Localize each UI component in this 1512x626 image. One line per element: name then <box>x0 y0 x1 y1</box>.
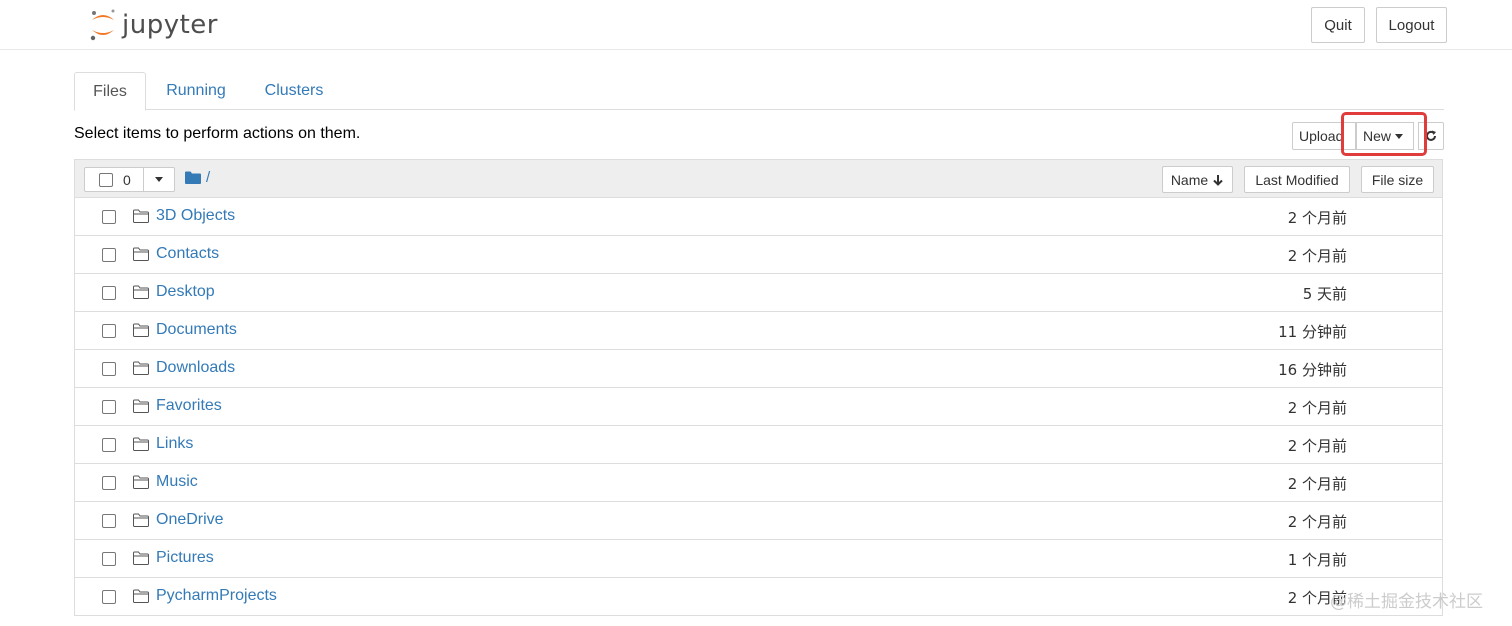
tab-files[interactable]: Files <box>74 72 146 111</box>
tab-clusters[interactable]: Clusters <box>256 72 332 110</box>
row-checkbox[interactable] <box>102 552 116 566</box>
sort-by-size-button[interactable]: File size <box>1361 166 1434 193</box>
folder-icon <box>133 209 149 223</box>
jupyter-logo[interactable]: jupyter <box>88 6 218 44</box>
file-name-link[interactable]: Documents <box>156 321 237 339</box>
top-header: jupyter Quit Logout <box>0 0 1512 50</box>
logout-button[interactable]: Logout <box>1376 7 1447 43</box>
new-label: New <box>1363 128 1392 144</box>
folder-icon <box>133 399 149 413</box>
file-name-link[interactable]: OneDrive <box>156 511 224 529</box>
row-checkbox[interactable] <box>102 438 116 452</box>
file-name-link[interactable]: Desktop <box>156 283 215 301</box>
tab-running[interactable]: Running <box>154 72 238 110</box>
row-checkbox[interactable] <box>102 514 116 528</box>
row-checkbox[interactable] <box>102 210 116 224</box>
file-list-header: 0 / Name Last Modified File size <box>74 159 1443 198</box>
file-row[interactable]: Music 2 个月前 <box>75 464 1442 502</box>
checkbox-icon <box>99 172 113 187</box>
file-name-link[interactable]: Contacts <box>156 245 219 263</box>
sort-by-modified-button[interactable]: Last Modified <box>1244 166 1350 193</box>
folder-icon <box>133 323 149 337</box>
file-modified: 1 个月前 <box>1287 551 1347 569</box>
file-modified: 2 个月前 <box>1287 513 1347 531</box>
file-modified: 2 个月前 <box>1287 209 1347 227</box>
row-checkbox[interactable] <box>102 590 116 604</box>
file-modified: 2 个月前 <box>1287 399 1347 417</box>
file-name-link[interactable]: Links <box>156 435 193 453</box>
folder-icon <box>133 513 149 527</box>
caret-down-icon <box>1395 133 1404 139</box>
row-checkbox[interactable] <box>102 362 116 376</box>
file-name-link[interactable]: Pictures <box>156 549 214 567</box>
file-modified: 2 个月前 <box>1287 247 1347 265</box>
file-name-link[interactable]: Favorites <box>156 397 222 415</box>
folder-icon <box>133 285 149 299</box>
file-row[interactable]: Pictures 1 个月前 <box>75 540 1442 578</box>
folder-icon <box>133 475 149 489</box>
arrow-down-icon <box>1213 174 1223 186</box>
upload-label: Upload <box>1299 128 1344 144</box>
file-modified: 2 个月前 <box>1287 437 1347 455</box>
file-name-link[interactable]: Music <box>156 473 198 491</box>
quit-button[interactable]: Quit <box>1311 7 1365 43</box>
breadcrumb-root[interactable]: / <box>206 169 210 186</box>
row-checkbox[interactable] <box>102 400 116 414</box>
row-checkbox[interactable] <box>102 248 116 262</box>
select-dropdown-button[interactable] <box>144 167 175 192</box>
file-row[interactable]: PycharmProjects 2 个月前 <box>75 578 1442 616</box>
select-all-group: 0 <box>84 167 175 192</box>
new-button[interactable]: New <box>1356 122 1414 150</box>
upload-button[interactable]: Upload <box>1292 122 1356 150</box>
tab-bar: Files Running Clusters <box>74 72 1444 111</box>
file-row[interactable]: Documents 11 分钟前 <box>75 312 1442 350</box>
caret-down-icon <box>155 177 163 182</box>
watermark: @稀土掘金技术社区 <box>1330 592 1483 612</box>
folder-icon <box>133 247 149 261</box>
file-modified: 5 天前 <box>1302 285 1347 303</box>
file-modified: 16 分钟前 <box>1278 361 1347 379</box>
file-row[interactable]: 3D Objects 2 个月前 <box>75 198 1442 236</box>
row-checkbox[interactable] <box>102 286 116 300</box>
file-list: 3D Objects 2 个月前 Contacts 2 个月前 Desktop 5 天前 D… <box>74 198 1443 616</box>
folder-icon <box>133 361 149 375</box>
selected-count: 0 <box>123 171 131 188</box>
file-row[interactable]: Contacts 2 个月前 <box>75 236 1442 274</box>
row-checkbox[interactable] <box>102 324 116 338</box>
file-name-link[interactable]: Downloads <box>156 359 235 377</box>
file-name-link[interactable]: 3D Objects <box>156 207 235 225</box>
refresh-icon <box>1426 130 1436 141</box>
folder-icon <box>133 437 149 451</box>
breadcrumb[interactable]: / <box>185 169 210 186</box>
sort-name-label: Name <box>1170 171 1209 188</box>
folder-icon <box>185 171 201 184</box>
selection-hint: Select items to perform actions on them. <box>74 125 361 142</box>
file-name-link[interactable]: PycharmProjects <box>156 587 277 605</box>
folder-icon <box>133 551 149 565</box>
file-row[interactable]: Desktop 5 天前 <box>75 274 1442 312</box>
file-row[interactable]: Favorites 2 个月前 <box>75 388 1442 426</box>
select-all-checkbox[interactable]: 0 <box>84 167 144 192</box>
folder-icon <box>133 589 149 603</box>
row-checkbox[interactable] <box>102 476 116 490</box>
file-row[interactable]: Links 2 个月前 <box>75 426 1442 464</box>
file-modified: 2 个月前 <box>1287 475 1347 493</box>
file-modified: 11 分钟前 <box>1278 323 1347 341</box>
sort-by-name-button[interactable]: Name <box>1162 166 1233 193</box>
file-row[interactable]: Downloads 16 分钟前 <box>75 350 1442 388</box>
jupyter-logo-icon <box>90 9 115 41</box>
refresh-button[interactable] <box>1418 122 1444 150</box>
file-row[interactable]: OneDrive 2 个月前 <box>75 502 1442 540</box>
app-name: jupyter <box>122 10 218 40</box>
